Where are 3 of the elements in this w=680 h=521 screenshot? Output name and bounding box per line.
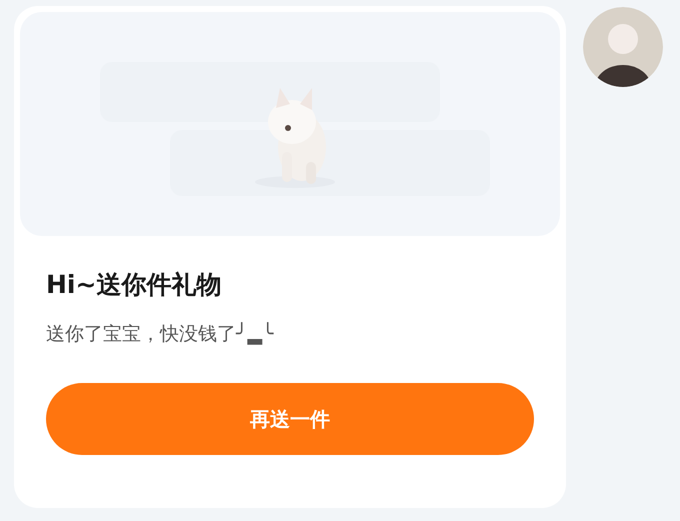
card-title: Hi~送你件礼物 — [46, 270, 222, 300]
send-another-button[interactable]: 再送一件 — [46, 382, 534, 455]
gift-message: 送你了宝宝，快没钱了╯▂╰ — [46, 322, 275, 347]
